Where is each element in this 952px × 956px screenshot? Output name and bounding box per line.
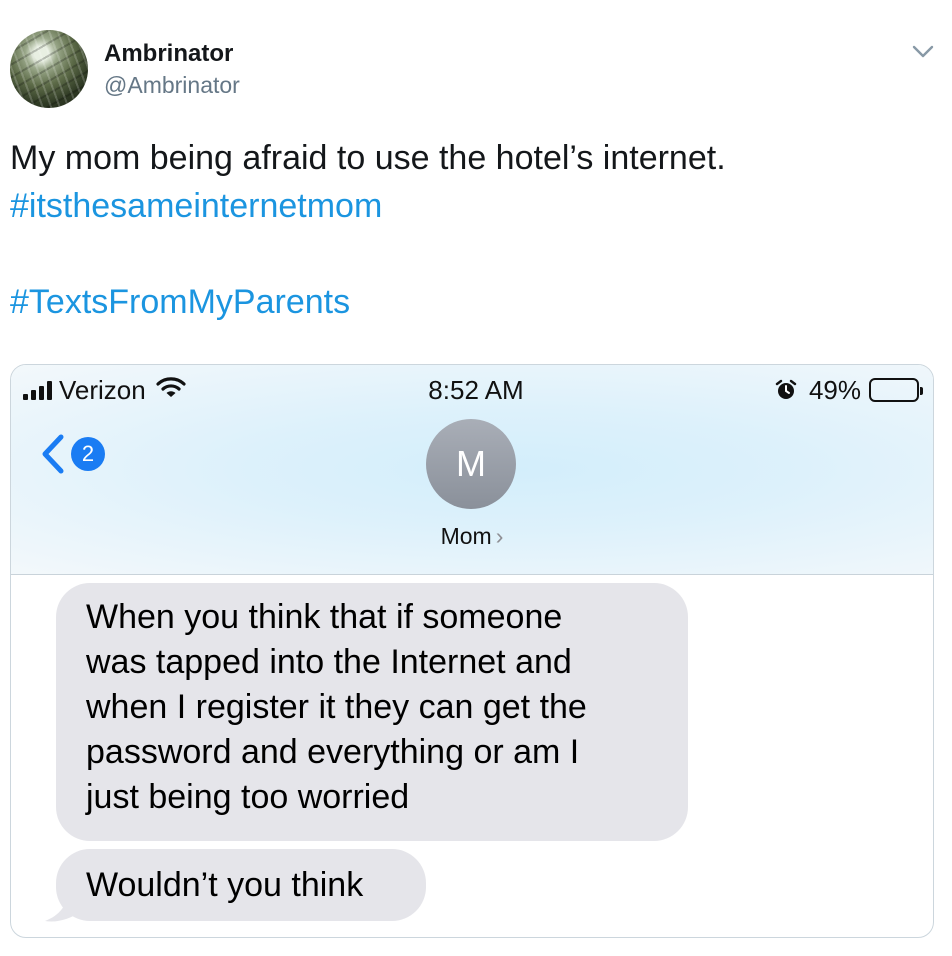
- battery-icon: [869, 378, 923, 402]
- tweet-media-screenshot[interactable]: Verizon 8:52 AM 49% 2 M Mom › When you t…: [10, 364, 934, 938]
- message-line: was tapped into the Internet and: [86, 643, 572, 681]
- contact-name-button[interactable]: Mom ›: [11, 523, 933, 550]
- message-line: Wouldn’t you think: [86, 865, 364, 904]
- back-button[interactable]: 2: [39, 433, 105, 475]
- message-line: when I register it they can get the: [86, 688, 587, 726]
- alarm-icon: [775, 379, 797, 401]
- hashtag-link[interactable]: #TextsFromMyParents: [10, 278, 350, 326]
- hashtag-link[interactable]: #itsthesameinternetmom: [10, 182, 382, 230]
- caret-down-icon[interactable]: [910, 40, 936, 62]
- chevron-right-icon: ›: [495, 523, 504, 549]
- contact-avatar[interactable]: M: [426, 419, 516, 509]
- unread-count-badge: 2: [71, 437, 105, 471]
- message-bubble[interactable]: Wouldn’t you think: [56, 849, 426, 921]
- display-name[interactable]: Ambrinator: [104, 40, 233, 68]
- tweet-text: My mom being afraid to use the hotel’s i…: [10, 139, 726, 177]
- contact-name: Mom: [440, 523, 492, 549]
- status-bar-right: 49%: [775, 374, 923, 405]
- message-line: just being too worried: [86, 778, 410, 816]
- tweet-author-avatar[interactable]: [10, 30, 88, 108]
- message-line: password and everything or am I: [86, 733, 580, 771]
- message-line: When you think that if someone: [86, 598, 563, 636]
- battery-percent: 49%: [808, 374, 861, 405]
- message-bubble[interactable]: When you think that if someone was tappe…: [56, 583, 688, 841]
- user-handle[interactable]: @Ambrinator: [104, 72, 240, 99]
- messages-header: Verizon 8:52 AM 49% 2 M Mom ›: [11, 365, 933, 575]
- back-chevron-icon: [39, 433, 67, 475]
